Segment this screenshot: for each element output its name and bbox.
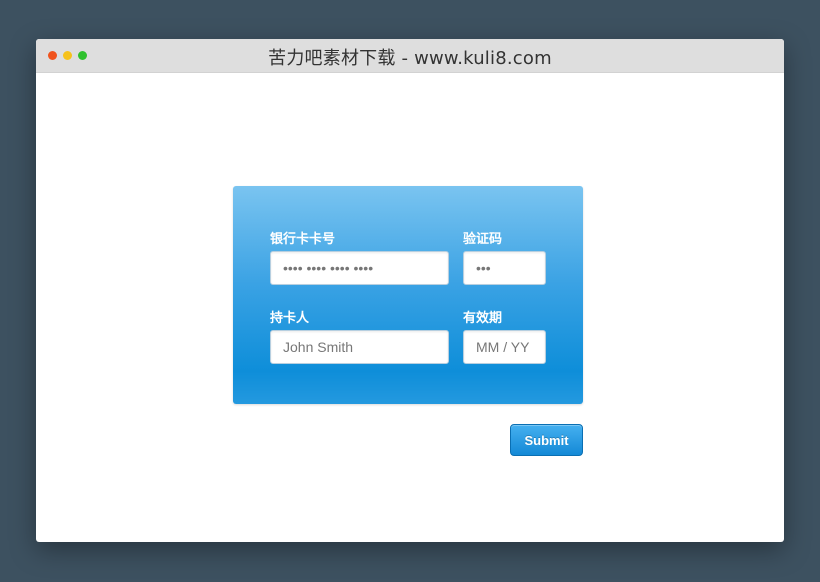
window-titlebar: 苦力吧素材下载 - www.kuli8.com <box>36 39 784 73</box>
cardholder-input[interactable] <box>270 330 449 364</box>
expiry-input[interactable] <box>463 330 546 364</box>
card-number-label: 银行卡卡号 <box>270 232 336 247</box>
expiry-label: 有效期 <box>463 311 503 326</box>
submit-button[interactable]: Submit <box>510 424 583 456</box>
browser-window: 苦力吧素材下载 - www.kuli8.com 银行卡卡号 验证码 持卡人 有效… <box>36 39 784 542</box>
cardholder-label: 持卡人 <box>270 311 310 326</box>
window-title: 苦力吧素材下载 - www.kuli8.com <box>268 48 552 69</box>
cvc-label: 验证码 <box>463 232 503 247</box>
payment-card-form: 银行卡卡号 验证码 持卡人 有效期 <box>233 186 583 404</box>
cvc-input[interactable] <box>463 251 546 285</box>
card-number-input[interactable] <box>270 251 449 285</box>
